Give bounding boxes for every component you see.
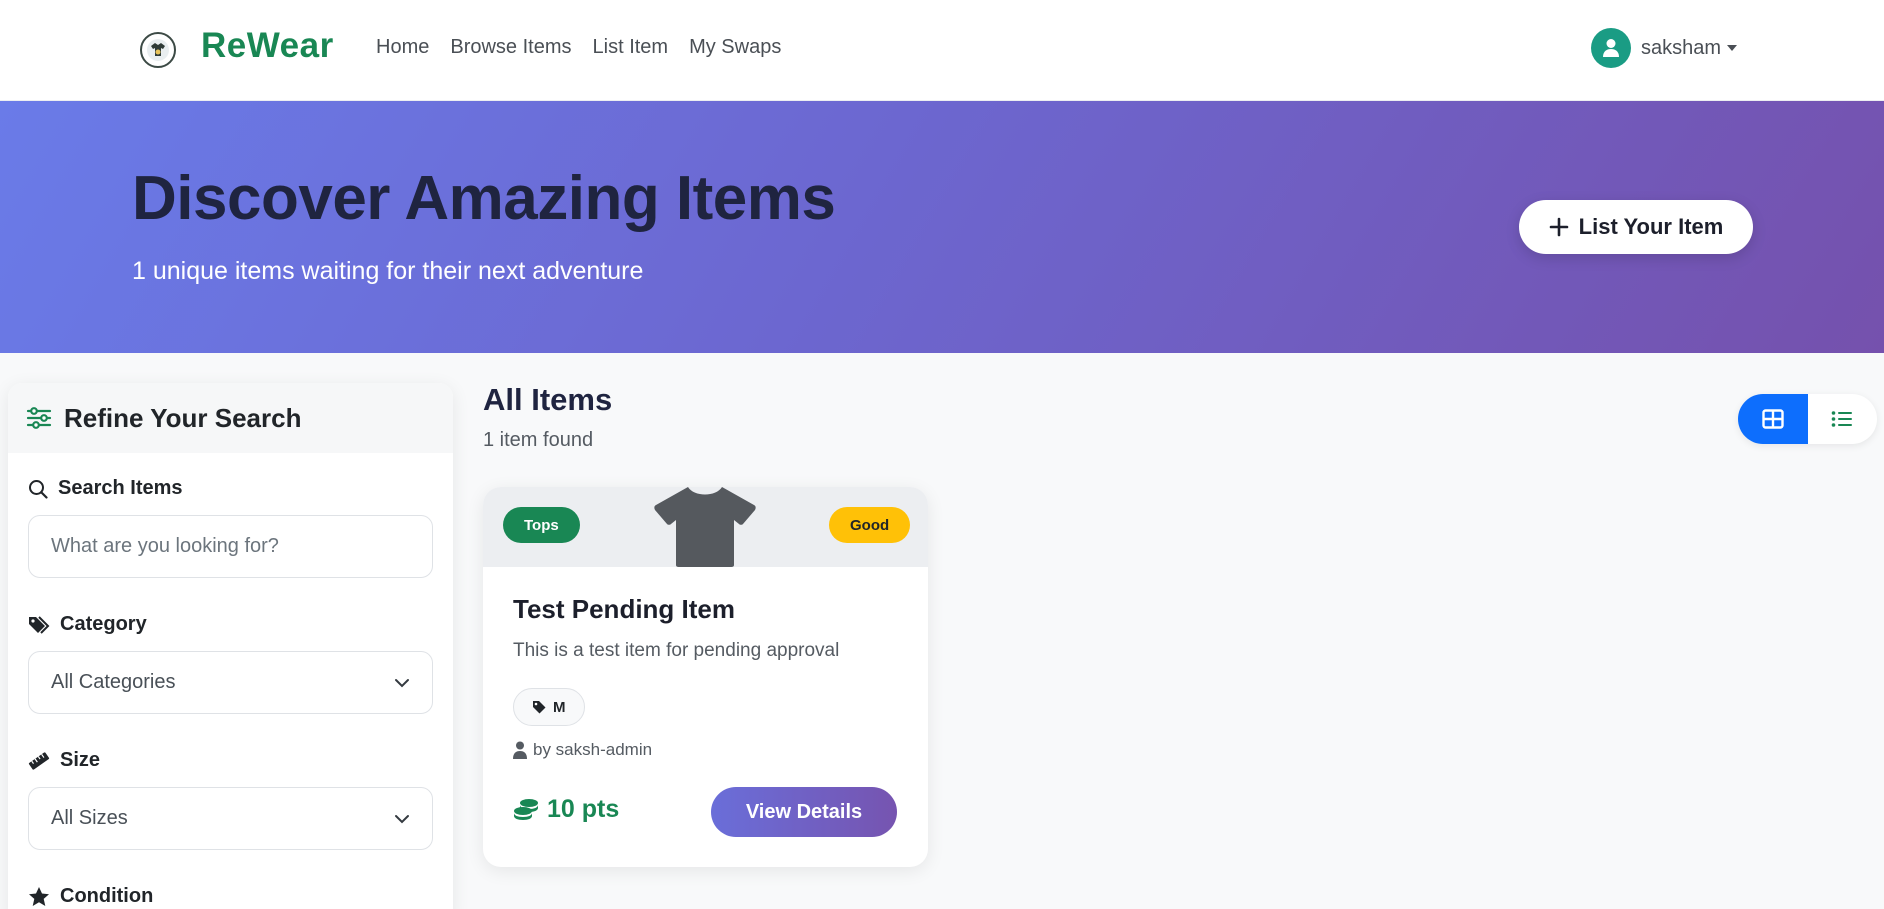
search-label-text: Search Items bbox=[58, 477, 183, 499]
size-label: Size bbox=[28, 749, 100, 772]
user-menu[interactable]: saksham bbox=[1591, 28, 1738, 68]
navbar: ReWear Home Browse Items List Item My Sw… bbox=[0, 0, 1884, 101]
nav-links: Home Browse Items List Item My Swaps bbox=[376, 36, 781, 59]
category-label-text: Category bbox=[60, 613, 147, 635]
filter-sidebar: Refine Your Search Search Items What are… bbox=[8, 383, 453, 909]
sidebar-title: Refine Your Search bbox=[64, 402, 302, 433]
item-card[interactable]: Tops Good Test Pending Item This is a te… bbox=[483, 487, 928, 867]
person-icon bbox=[513, 741, 527, 759]
list-your-item-label: List Your Item bbox=[1578, 214, 1724, 239]
search-label: Search Items bbox=[28, 477, 183, 500]
brand-logo-icon[interactable] bbox=[140, 32, 176, 68]
condition-label-text: Condition bbox=[60, 885, 154, 907]
view-details-button[interactable]: View Details bbox=[711, 787, 897, 837]
nav-link-my-swaps[interactable]: My Swaps bbox=[689, 36, 781, 59]
item-owner: by saksh-admin bbox=[513, 740, 652, 760]
list-view-icon bbox=[1831, 411, 1853, 427]
grid-view-button[interactable] bbox=[1738, 394, 1808, 444]
item-description: This is a test item for pending approval bbox=[513, 640, 840, 661]
hero-subtitle: 1 unique items waiting for their next ad… bbox=[132, 257, 644, 285]
category-label: Category bbox=[28, 613, 147, 636]
size-select[interactable]: All Sizes bbox=[28, 787, 433, 850]
hero-banner: Discover Amazing Items 1 unique items wa… bbox=[0, 101, 1884, 353]
list-view-button[interactable] bbox=[1808, 394, 1878, 444]
brand-name[interactable]: ReWear bbox=[201, 26, 334, 66]
ruler-icon bbox=[28, 751, 50, 770]
category-badge: Tops bbox=[503, 507, 580, 543]
category-select[interactable]: All Categories bbox=[28, 651, 433, 714]
chevron-down-icon bbox=[1727, 45, 1738, 51]
list-your-item-button[interactable]: List Your Item bbox=[1519, 200, 1753, 254]
item-owner-text: by saksh-admin bbox=[533, 740, 653, 759]
search-input-placeholder: What are you looking for? bbox=[51, 535, 279, 557]
tags-icon bbox=[29, 615, 50, 634]
nav-link-home[interactable]: Home bbox=[376, 36, 429, 59]
item-points: 10 pts bbox=[513, 795, 619, 824]
chevron-down-icon bbox=[395, 678, 409, 687]
size-label-text: Size bbox=[60, 749, 101, 771]
item-title[interactable]: Test Pending Item bbox=[513, 594, 735, 625]
view-toggle bbox=[1738, 394, 1877, 444]
results-count: 1 item found bbox=[483, 429, 594, 451]
item-image: Tops Good bbox=[483, 487, 928, 567]
size-selected: All Sizes bbox=[51, 807, 128, 829]
nav-link-list-item[interactable]: List Item bbox=[593, 36, 669, 59]
coins-icon bbox=[514, 798, 538, 820]
tag-icon bbox=[533, 701, 546, 714]
page-title: All Items bbox=[483, 382, 613, 417]
user-name: saksham bbox=[1641, 36, 1722, 59]
chevron-down-icon bbox=[395, 814, 409, 823]
size-chip-label: M bbox=[553, 698, 566, 716]
condition-badge: Good bbox=[829, 507, 911, 543]
size-chip: M bbox=[513, 688, 585, 726]
item-points-text: 10 pts bbox=[547, 795, 620, 823]
tshirt-icon bbox=[654, 487, 756, 567]
star-icon bbox=[29, 887, 49, 906]
condition-label: Condition bbox=[28, 885, 153, 908]
plus-icon bbox=[1549, 217, 1568, 237]
category-selected: All Categories bbox=[51, 671, 176, 693]
sidebar-header: Refine Your Search bbox=[8, 383, 453, 453]
grid-view-icon bbox=[1762, 409, 1784, 429]
hero-title: Discover Amazing Items bbox=[132, 164, 836, 233]
user-avatar-icon bbox=[1591, 28, 1631, 68]
search-icon bbox=[29, 479, 48, 499]
search-input[interactable]: What are you looking for? bbox=[28, 515, 433, 578]
nav-link-browse-items[interactable]: Browse Items bbox=[450, 36, 571, 59]
sliders-icon bbox=[26, 407, 52, 429]
